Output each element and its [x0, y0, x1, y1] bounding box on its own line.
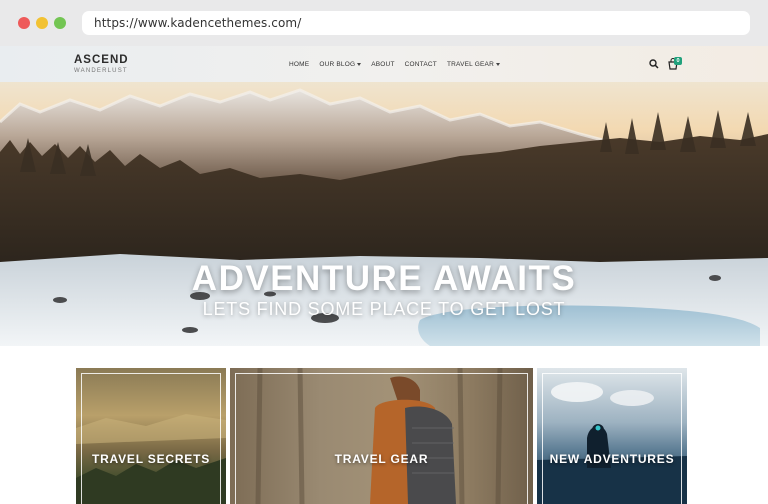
caret-down-icon: [495, 63, 500, 66]
url-text: https://www.kadencethemes.com/: [94, 16, 302, 30]
card-travel-gear[interactable]: TRAVEL GEAR: [230, 368, 533, 504]
nav-our-blog[interactable]: OUR BLOG: [319, 61, 362, 68]
logo-subtitle: WANDERLUST: [74, 68, 128, 74]
nav-about[interactable]: ABOUT: [371, 61, 394, 68]
cart-count-badge: 0: [674, 57, 682, 65]
logo-title: ASCEND: [74, 54, 129, 66]
card-label: TRAVEL SECRETS: [91, 452, 211, 466]
hero-banner: ADVENTURE AWAITS LETS FIND SOME PLACE TO…: [0, 82, 768, 346]
hero-title: ADVENTURE AWAITS: [191, 259, 577, 298]
card-travel-secrets[interactable]: TRAVEL SECRETS: [76, 368, 226, 504]
card-label: TRAVEL GEAR: [334, 452, 429, 466]
card-new-adventures[interactable]: NEW ADVENTURES: [537, 368, 687, 504]
card-frame: [542, 373, 682, 504]
card-label: NEW ADVENTURES: [549, 452, 675, 466]
address-bar[interactable]: https://www.kadencethemes.com/: [82, 11, 750, 35]
main-nav: HOME OUR BLOG ABOUT CONTACT TRAVEL GEAR: [289, 61, 500, 68]
nav-home-label: HOME: [289, 61, 310, 68]
card-frame: [235, 373, 528, 504]
browser-chrome: https://www.kadencethemes.com/: [0, 0, 768, 46]
site-logo[interactable]: ASCEND WANDERLUST: [74, 54, 129, 74]
minimize-window-button[interactable]: [36, 17, 48, 29]
nav-contact-label: CONTACT: [404, 61, 437, 68]
caret-down-icon: [357, 63, 362, 66]
hero-subtitle: LETS FIND SOME PLACE TO GET LOST: [202, 299, 566, 319]
nav-about-label: ABOUT: [371, 61, 395, 68]
nav-travel-gear[interactable]: TRAVEL GEAR: [447, 61, 500, 68]
nav-contact[interactable]: CONTACT: [405, 61, 437, 68]
search-icon[interactable]: [649, 59, 659, 69]
card-frame: [81, 373, 221, 504]
maximize-window-button[interactable]: [54, 17, 66, 29]
nav-home[interactable]: HOME: [289, 61, 309, 68]
close-window-button[interactable]: [18, 17, 30, 29]
nav-our-blog-label: OUR BLOG: [319, 61, 356, 68]
nav-travel-gear-label: TRAVEL GEAR: [446, 61, 494, 68]
